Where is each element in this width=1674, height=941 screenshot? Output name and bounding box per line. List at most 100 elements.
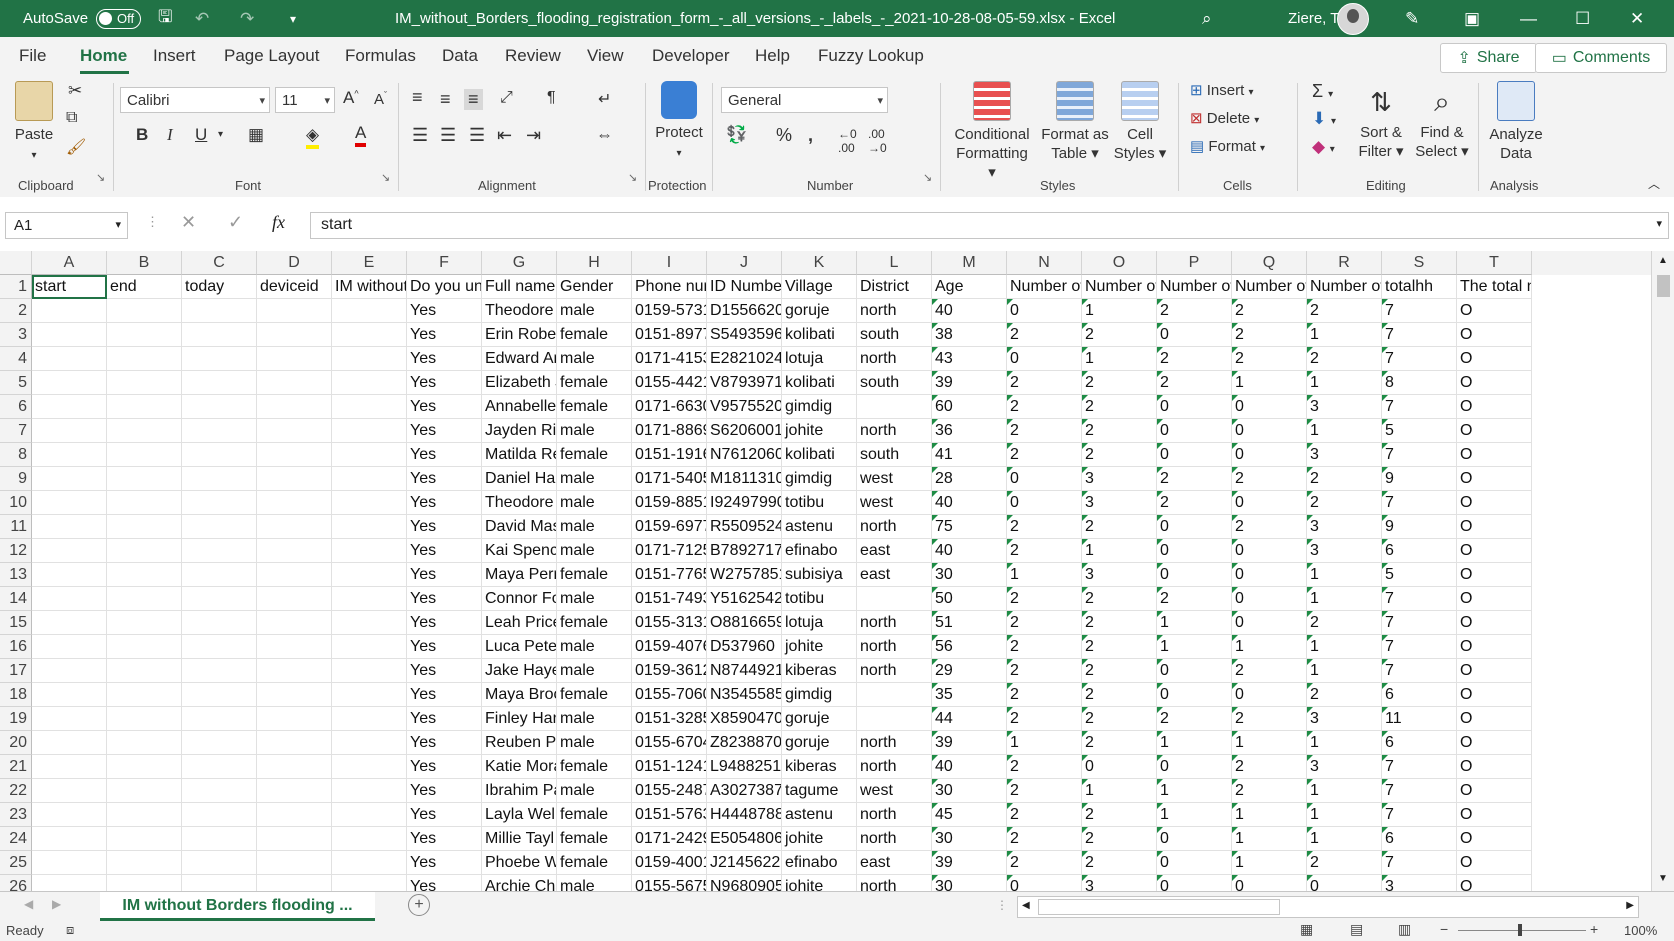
cell-b3[interactable] [107,323,182,347]
cell-g3[interactable]: Erin Rober [482,323,557,347]
cell-i20[interactable]: 0155-6704 [632,731,707,755]
cell-g6[interactable]: Annabelle [482,395,557,419]
cell-d16[interactable] [257,635,332,659]
cell-t13[interactable]: O [1457,563,1532,587]
cell-j11[interactable]: R55095248 [707,515,782,539]
cell-j18[interactable]: N3545585 [707,683,782,707]
insert-function-icon[interactable]: fx [272,212,285,233]
cell-h18[interactable]: female [557,683,632,707]
cell-p16[interactable]: 1 [1157,635,1232,659]
cell-b13[interactable] [107,563,182,587]
cell-e1[interactable]: IM without [332,275,407,299]
cell-r14[interactable]: 1 [1307,587,1382,611]
cell-a25[interactable] [32,851,107,875]
cell-b9[interactable] [107,467,182,491]
cell-c16[interactable] [182,635,257,659]
cell-r8[interactable]: 3 [1307,443,1382,467]
tab-fuzzy-lookup[interactable]: Fuzzy Lookup [818,46,924,66]
cell-e4[interactable] [332,347,407,371]
cell-d4[interactable] [257,347,332,371]
cell-f17[interactable]: Yes [407,659,482,683]
cell-q9[interactable]: 2 [1232,467,1307,491]
cell-r5[interactable]: 1 [1307,371,1382,395]
cell-n1[interactable]: Number of [1007,275,1082,299]
cell-k10[interactable]: totibu [782,491,857,515]
paragraph-icon[interactable]: ¶ [547,89,556,107]
row-header[interactable]: 9 [0,467,32,491]
cell-p7[interactable]: 0 [1157,419,1232,443]
row-header[interactable]: 24 [0,827,32,851]
cell-t9[interactable]: O [1457,467,1532,491]
cell-k3[interactable]: kolibati [782,323,857,347]
row-header[interactable]: 21 [0,755,32,779]
cell-c7[interactable] [182,419,257,443]
cell-e13[interactable] [332,563,407,587]
cell-c20[interactable] [182,731,257,755]
cell-s20[interactable]: 6 [1382,731,1457,755]
cell-t14[interactable]: O [1457,587,1532,611]
cell-h8[interactable]: female [557,443,632,467]
cell-m11[interactable]: 75 [932,515,1007,539]
cell-j5[interactable]: V8793971 [707,371,782,395]
row-header[interactable]: 5 [0,371,32,395]
cell-r20[interactable]: 1 [1307,731,1382,755]
cell-h11[interactable]: male [557,515,632,539]
cell-i22[interactable]: 0155-2487 [632,779,707,803]
cell-b16[interactable] [107,635,182,659]
cell-s2[interactable]: 7 [1382,299,1457,323]
row-header[interactable]: 18 [0,683,32,707]
cell-e14[interactable] [332,587,407,611]
cell-o5[interactable]: 2 [1082,371,1157,395]
cell-s24[interactable]: 6 [1382,827,1457,851]
vertical-scrollbar[interactable]: ▲ ▼ [1651,251,1674,891]
cell-t10[interactable]: O [1457,491,1532,515]
cell-a4[interactable] [32,347,107,371]
column-header-n[interactable]: N [1007,251,1082,275]
cell-r26[interactable]: 0 [1307,875,1382,891]
cell-p25[interactable]: 0 [1157,851,1232,875]
cell-e8[interactable] [332,443,407,467]
cell-b25[interactable] [107,851,182,875]
cell-b8[interactable] [107,443,182,467]
formula-input[interactable]: start ▾ [310,212,1669,239]
cell-m15[interactable]: 51 [932,611,1007,635]
cell-b15[interactable] [107,611,182,635]
cell-g14[interactable]: Connor Fo [482,587,557,611]
clipboard-launcher-icon[interactable]: ↘ [96,171,105,184]
row-header[interactable]: 13 [0,563,32,587]
cell-c1[interactable]: today [182,275,257,299]
cell-l1[interactable]: District [857,275,932,299]
cell-c19[interactable] [182,707,257,731]
cell-s25[interactable]: 7 [1382,851,1457,875]
cell-j1[interactable]: ID Number [707,275,782,299]
cell-m3[interactable]: 38 [932,323,1007,347]
cell-k26[interactable]: johite [782,875,857,891]
cell-l13[interactable]: east [857,563,932,587]
cell-c17[interactable] [182,659,257,683]
row-header[interactable]: 25 [0,851,32,875]
cell-e12[interactable] [332,539,407,563]
cell-q6[interactable]: 0 [1232,395,1307,419]
scroll-down-icon[interactable]: ▼ [1658,873,1668,884]
font-launcher-icon[interactable]: ↘ [381,171,390,184]
cell-d21[interactable] [257,755,332,779]
cell-o4[interactable]: 1 [1082,347,1157,371]
cell-b18[interactable] [107,683,182,707]
cell-h23[interactable]: female [557,803,632,827]
cell-e6[interactable] [332,395,407,419]
row-header[interactable]: 22 [0,779,32,803]
column-header-t[interactable]: T [1457,251,1532,275]
cell-m7[interactable]: 36 [932,419,1007,443]
cell-c25[interactable] [182,851,257,875]
cell-r23[interactable]: 1 [1307,803,1382,827]
cell-o18[interactable]: 2 [1082,683,1157,707]
font-color-icon[interactable]: A [355,123,367,147]
cell-o22[interactable]: 1 [1082,779,1157,803]
format-cells-button[interactable]: ▤ Format ▾ [1190,137,1265,155]
cell-s26[interactable]: 3 [1382,875,1457,891]
cell-o16[interactable]: 2 [1082,635,1157,659]
cell-k20[interactable]: goruje [782,731,857,755]
orientation-icon[interactable]: ⤢ [500,89,513,107]
cell-k9[interactable]: gimdig [782,467,857,491]
cell-m23[interactable]: 45 [932,803,1007,827]
